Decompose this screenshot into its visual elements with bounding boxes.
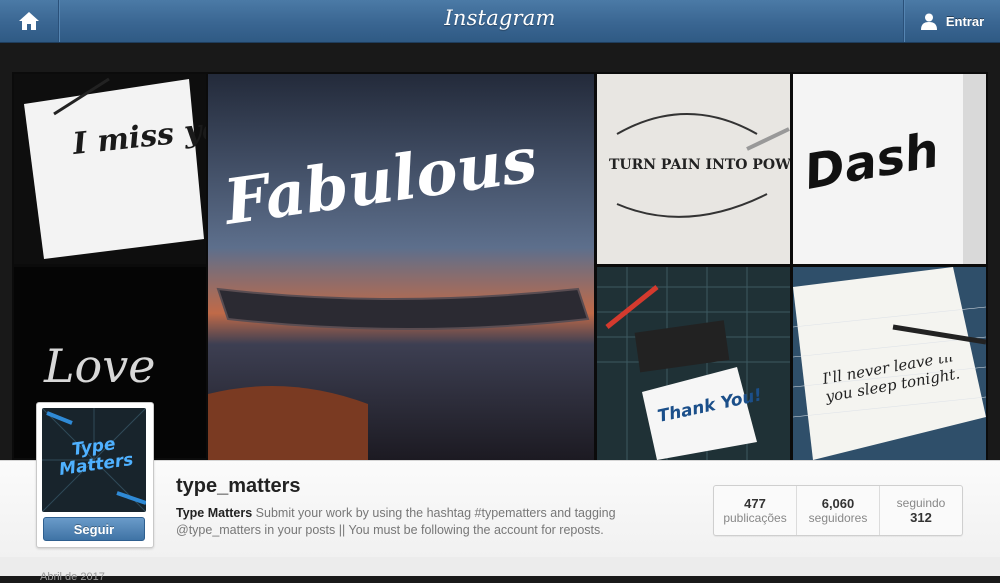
- photo-thank-you: Thank You!: [597, 267, 790, 460]
- stat-label: seguindo: [896, 496, 946, 510]
- photo-tile[interactable]: Thank You!: [597, 267, 790, 460]
- follow-button[interactable]: Seguir: [43, 517, 145, 541]
- tile-art-text: I'll never leave til you sleep tonight.: [823, 357, 962, 406]
- profile-avatar-card: Type Matters Seguir: [36, 402, 154, 548]
- profile-stats: 477 publicações 6,060 seguidores 312 seg…: [713, 485, 963, 536]
- photo-grid: I miss you. Fabulous TURN PAIN INTO POW …: [12, 72, 988, 460]
- stat-value: 312: [910, 510, 932, 525]
- photo-fabulous: Fabulous: [208, 74, 594, 460]
- login-button[interactable]: Entrar: [903, 0, 1000, 42]
- photo-tile[interactable]: TURN PAIN INTO POWER: [597, 74, 790, 264]
- stat-label: seguidores: [808, 511, 868, 525]
- photo-tile[interactable]: I miss you.: [14, 74, 206, 264]
- top-navigation-bar: Instagram Entrar: [0, 0, 1000, 43]
- stat-following[interactable]: 312 seguindo: [879, 486, 962, 535]
- avatar-image: Type Matters: [42, 408, 146, 512]
- home-button[interactable]: [0, 0, 59, 42]
- photo-turn-pain: TURN PAIN INTO POWER: [597, 74, 790, 264]
- profile-username: type_matters: [176, 475, 301, 497]
- instagram-logo[interactable]: Instagram: [0, 6, 1000, 30]
- stat-value: 6,060: [821, 496, 855, 511]
- tile-art-text: TURN PAIN INTO POWER: [609, 157, 790, 173]
- photo-tile[interactable]: I'll never leave til you sleep tonight.: [793, 267, 986, 460]
- bio-full-name: Type Matters: [176, 506, 253, 520]
- profile-bio: Type Matters Submit your work by using t…: [176, 505, 676, 539]
- avatar[interactable]: Type Matters: [42, 408, 146, 512]
- home-icon: [19, 12, 39, 30]
- avatar-text: Type Matters: [57, 438, 135, 481]
- photo-tile[interactable]: Dash: [793, 74, 986, 264]
- feed-divider: [0, 557, 1000, 576]
- stat-value: 477: [744, 496, 766, 511]
- login-label: Entrar: [945, 13, 985, 29]
- feed-date-heading: Abril de 2017: [40, 571, 105, 583]
- stat-posts[interactable]: 477 publicações: [714, 486, 796, 535]
- photo-i-miss-you: I miss you.: [14, 74, 206, 264]
- stat-followers[interactable]: 6,060 seguidores: [796, 486, 879, 535]
- stat-label: publicações: [723, 511, 787, 525]
- tile-art-text: Love: [43, 339, 155, 393]
- photo-tile[interactable]: Fabulous: [208, 74, 594, 460]
- user-icon: [920, 13, 937, 30]
- photo-ill-never-leave: I'll never leave til you sleep tonight.: [793, 267, 986, 460]
- photo-dash: Dash: [793, 74, 986, 264]
